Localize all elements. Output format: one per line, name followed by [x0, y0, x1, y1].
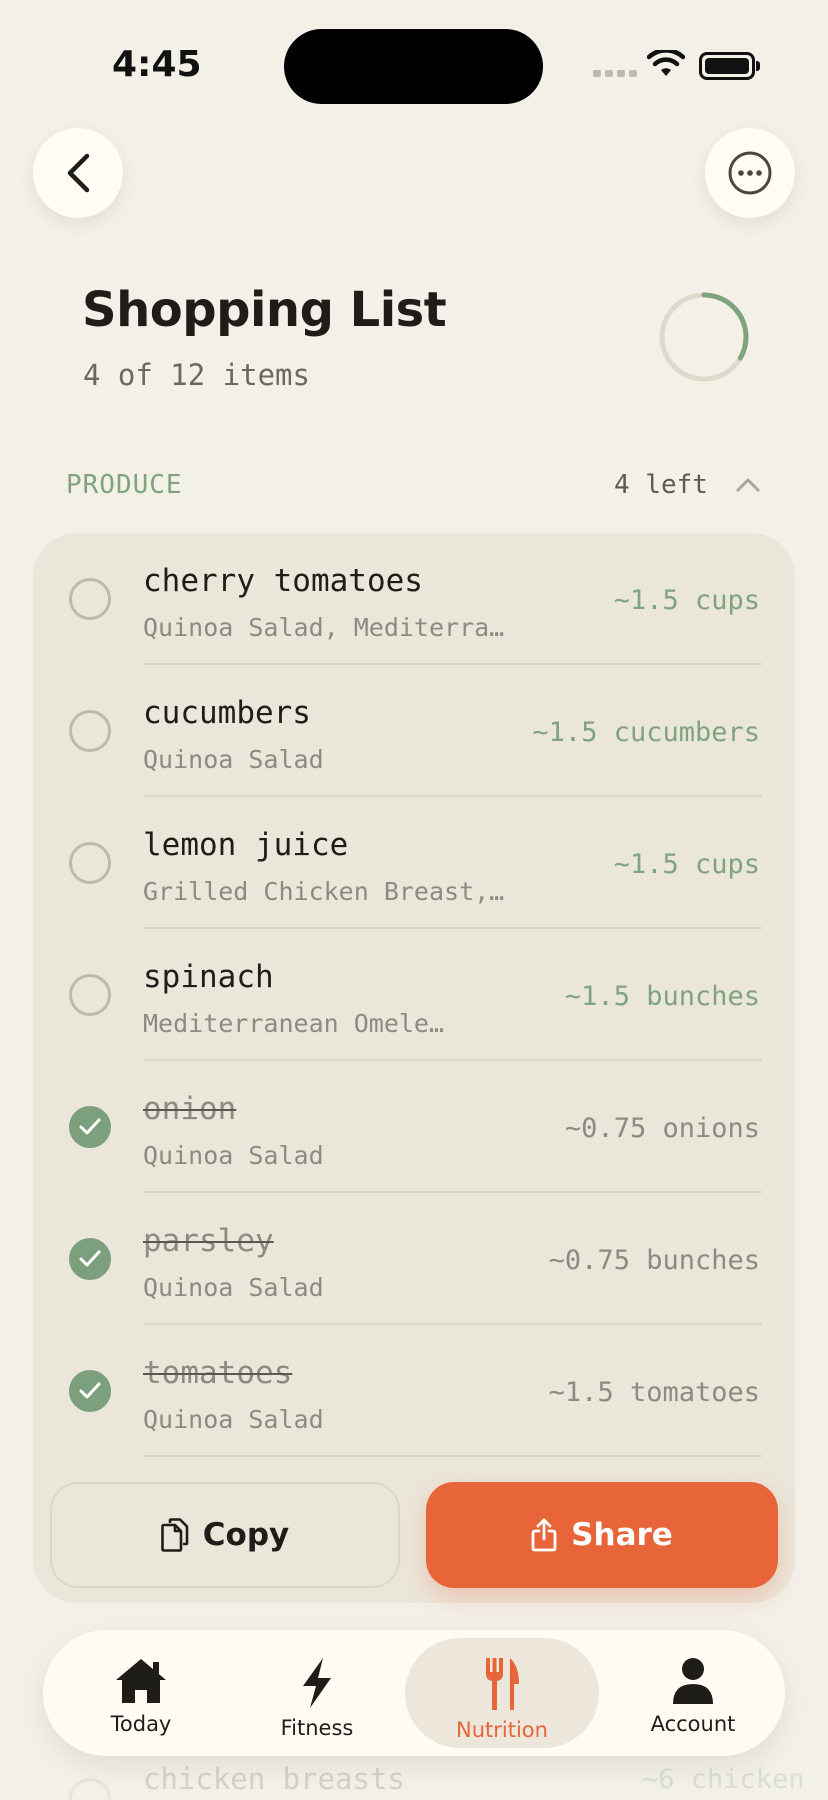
item-name: cucumbers — [143, 695, 311, 731]
fork-knife-icon — [486, 1658, 519, 1710]
item-quantity: ~0.75 bunches — [548, 1245, 760, 1276]
tab-label: Today — [110, 1712, 172, 1736]
copy-button[interactable]: Copy — [50, 1482, 400, 1588]
copy-label: Copy — [202, 1517, 290, 1553]
progress-ring — [659, 292, 749, 382]
item-name: cherry tomatoes — [143, 563, 423, 599]
item-quantity: ~1.5 tomatoes — [548, 1377, 760, 1408]
item-recipe: Quinoa Salad, Mediterra… — [143, 613, 505, 642]
share-label: Share — [571, 1517, 673, 1553]
chevron-left-icon — [67, 153, 90, 193]
produce-card: cherry tomatoes Quinoa Salad, Mediterra…… — [33, 533, 795, 1603]
dynamic-island — [284, 29, 543, 104]
item-recipe: Grilled Chicken Breast,… — [143, 877, 505, 906]
item-quantity: ~1.5 cups — [613, 585, 760, 616]
item-checkbox-checked[interactable] — [69, 1370, 111, 1412]
ellipsis-circle-icon — [728, 151, 772, 195]
share-icon — [531, 1518, 557, 1552]
copy-icon — [160, 1518, 189, 1552]
item-checkbox — [69, 1778, 111, 1800]
person-icon — [673, 1658, 713, 1704]
list-item[interactable]: tomatoes Quinoa Salad ~1.5 tomatoes — [33, 1325, 795, 1457]
list-item[interactable]: spinach Mediterranean Omele… ~1.5 bunche… — [33, 929, 795, 1061]
list-item[interactable]: cherry tomatoes Quinoa Salad, Mediterra…… — [33, 533, 795, 665]
checkmark-icon — [79, 1118, 101, 1135]
share-button[interactable]: Share — [426, 1482, 778, 1588]
item-quantity: ~1.5 bunches — [564, 981, 760, 1012]
tab-account[interactable]: Account — [605, 1638, 781, 1748]
tab-today[interactable]: Today — [53, 1638, 229, 1748]
home-icon — [116, 1659, 166, 1703]
item-recipe: Quinoa Salad — [143, 1405, 324, 1434]
signal-icon — [593, 70, 637, 77]
item-quantity: ~0.75 onions — [564, 1113, 760, 1144]
item-name: parsley — [143, 1223, 274, 1259]
section-count: 4 left — [614, 470, 708, 500]
item-name: tomatoes — [143, 1355, 293, 1391]
item-recipe: Quinoa Salad — [143, 1141, 324, 1170]
tab-fitness[interactable]: Fitness — [229, 1638, 405, 1748]
wifi-icon — [647, 50, 685, 76]
checkmark-icon — [79, 1250, 101, 1267]
battery-icon — [699, 52, 755, 80]
item-quantity: ~1.5 cucumbers — [532, 717, 760, 748]
back-button[interactable] — [33, 128, 123, 218]
list-item[interactable]: onion Quinoa Salad ~0.75 onions — [33, 1061, 795, 1193]
divider — [143, 1455, 762, 1457]
list-item[interactable]: cucumbers Quinoa Salad ~1.5 cucumbers — [33, 665, 795, 797]
tab-label: Fitness — [280, 1716, 354, 1740]
item-checkbox[interactable] — [69, 974, 111, 1016]
section-label: PRODUCE — [66, 470, 183, 500]
item-checkbox[interactable] — [69, 842, 111, 884]
item-name: spinach — [143, 959, 274, 995]
items-progress-text: 4 of 12 items — [83, 358, 310, 392]
item-quantity: ~1.5 cups — [613, 849, 760, 880]
item-quantity: ~6 chicken — [642, 1764, 805, 1795]
status-time: 4:45 — [112, 44, 202, 85]
item-name: chicken breasts — [143, 1762, 405, 1796]
tab-label: Account — [650, 1712, 736, 1736]
item-checkbox[interactable] — [69, 710, 111, 752]
checkmark-icon — [79, 1382, 101, 1399]
bolt-icon — [303, 1658, 331, 1708]
more-options-button[interactable] — [705, 128, 795, 218]
item-checkbox[interactable] — [69, 578, 111, 620]
item-recipe: Quinoa Salad — [143, 745, 324, 774]
item-checkbox-checked[interactable] — [69, 1106, 111, 1148]
battery-nub — [756, 61, 760, 71]
item-name: lemon juice — [143, 827, 349, 863]
item-checkbox-checked[interactable] — [69, 1238, 111, 1280]
tab-bar: Today Fitness Nutrition Account — [43, 1630, 785, 1756]
chevron-up-icon[interactable] — [735, 476, 761, 494]
item-recipe: Quinoa Salad — [143, 1273, 324, 1302]
tab-nutrition[interactable]: Nutrition — [405, 1638, 599, 1748]
item-recipe: Mediterranean Omele… — [143, 1009, 445, 1038]
page-title: Shopping List — [82, 282, 447, 338]
item-name: onion — [143, 1091, 237, 1127]
list-item[interactable]: parsley Quinoa Salad ~0.75 bunches — [33, 1193, 795, 1325]
list-item[interactable]: lemon juice Grilled Chicken Breast,… ~1.… — [33, 797, 795, 929]
tab-label: Nutrition — [456, 1718, 548, 1742]
